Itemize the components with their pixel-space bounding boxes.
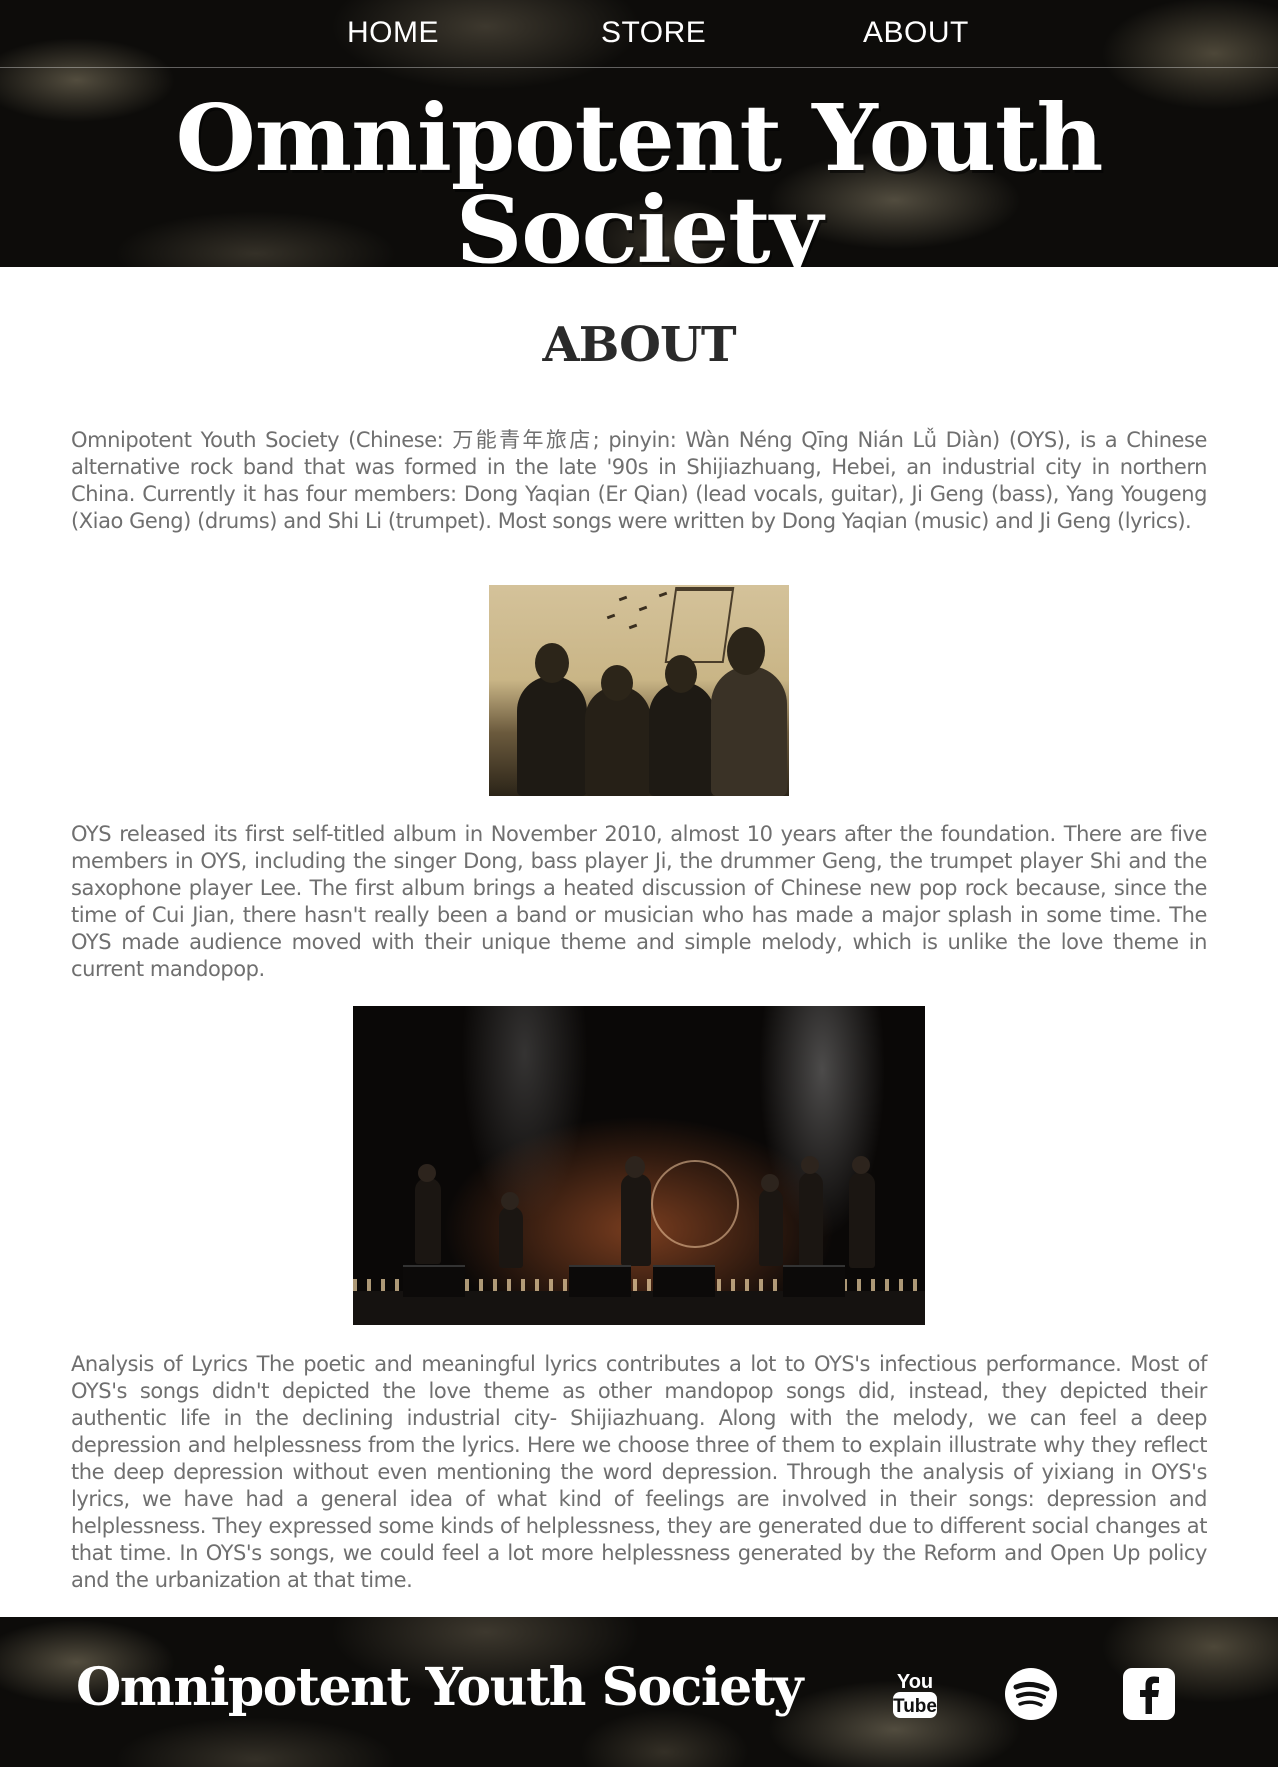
photo-bird bbox=[606, 613, 616, 620]
band-member bbox=[711, 666, 787, 796]
band-member-head bbox=[601, 665, 633, 701]
photo-bird bbox=[628, 623, 638, 630]
site-title: Omnipotent Youth Society bbox=[175, 84, 1104, 267]
nav-store-link[interactable]: STORE bbox=[601, 16, 706, 50]
musician-head bbox=[625, 1156, 645, 1178]
band-member bbox=[649, 682, 715, 796]
page-heading: ABOUT bbox=[542, 317, 736, 373]
band-concert-photo bbox=[353, 1006, 925, 1325]
band-member-head bbox=[535, 643, 569, 683]
youtube-you-text: You bbox=[897, 1671, 933, 1693]
photo-bird bbox=[638, 605, 648, 612]
photo-bird bbox=[618, 595, 628, 602]
stage-monitor bbox=[653, 1265, 715, 1297]
band-sepia-photo bbox=[489, 585, 789, 796]
nav-about-link[interactable]: ABOUT bbox=[863, 16, 969, 50]
musician bbox=[499, 1206, 523, 1268]
musician bbox=[415, 1178, 441, 1264]
musician-head bbox=[801, 1156, 819, 1174]
photo-bird bbox=[658, 591, 668, 598]
youtube-icon[interactable]: You Tube bbox=[887, 1666, 943, 1722]
musician bbox=[759, 1188, 783, 1266]
main-content: ABOUT Omnipotent Youth Society (Chinese:… bbox=[0, 267, 1278, 1617]
band-member bbox=[585, 686, 651, 796]
stage-monitor bbox=[403, 1265, 465, 1297]
photo-tower-shape bbox=[664, 587, 735, 663]
stage-monitor bbox=[569, 1265, 631, 1297]
album-paragraph: OYS released its first self-titled album… bbox=[71, 822, 1207, 981]
footer-title: Omnipotent Youth Society bbox=[76, 1657, 803, 1718]
band-member bbox=[517, 676, 587, 796]
musician-head bbox=[501, 1192, 519, 1210]
main-nav: HOME STORE ABOUT bbox=[0, 0, 1278, 68]
band-member-head bbox=[727, 627, 765, 675]
nav-home-link[interactable]: HOME bbox=[347, 16, 439, 50]
spotify-icon[interactable] bbox=[1003, 1666, 1059, 1722]
musician-head bbox=[418, 1164, 436, 1182]
site-footer: Omnipotent Youth Society You Tube bbox=[0, 1617, 1278, 1767]
intro-paragraph: Omnipotent Youth Society (Chinese: 万能青年旅… bbox=[71, 428, 1207, 533]
musician-head bbox=[761, 1174, 779, 1192]
facebook-icon[interactable] bbox=[1121, 1666, 1177, 1722]
site-header: HOME STORE ABOUT Omnipotent Youth Societ… bbox=[0, 0, 1278, 267]
stage-monitor bbox=[783, 1265, 845, 1297]
band-member-head bbox=[665, 655, 697, 693]
musician bbox=[799, 1172, 823, 1268]
musician bbox=[621, 1174, 651, 1266]
youtube-tube-text: Tube bbox=[893, 1696, 937, 1717]
musician bbox=[849, 1172, 875, 1268]
musician-head bbox=[852, 1156, 870, 1174]
stage-drum-ring bbox=[651, 1160, 739, 1248]
lyrics-analysis-paragraph: Analysis of Lyrics The poetic and meanin… bbox=[71, 1352, 1207, 1592]
